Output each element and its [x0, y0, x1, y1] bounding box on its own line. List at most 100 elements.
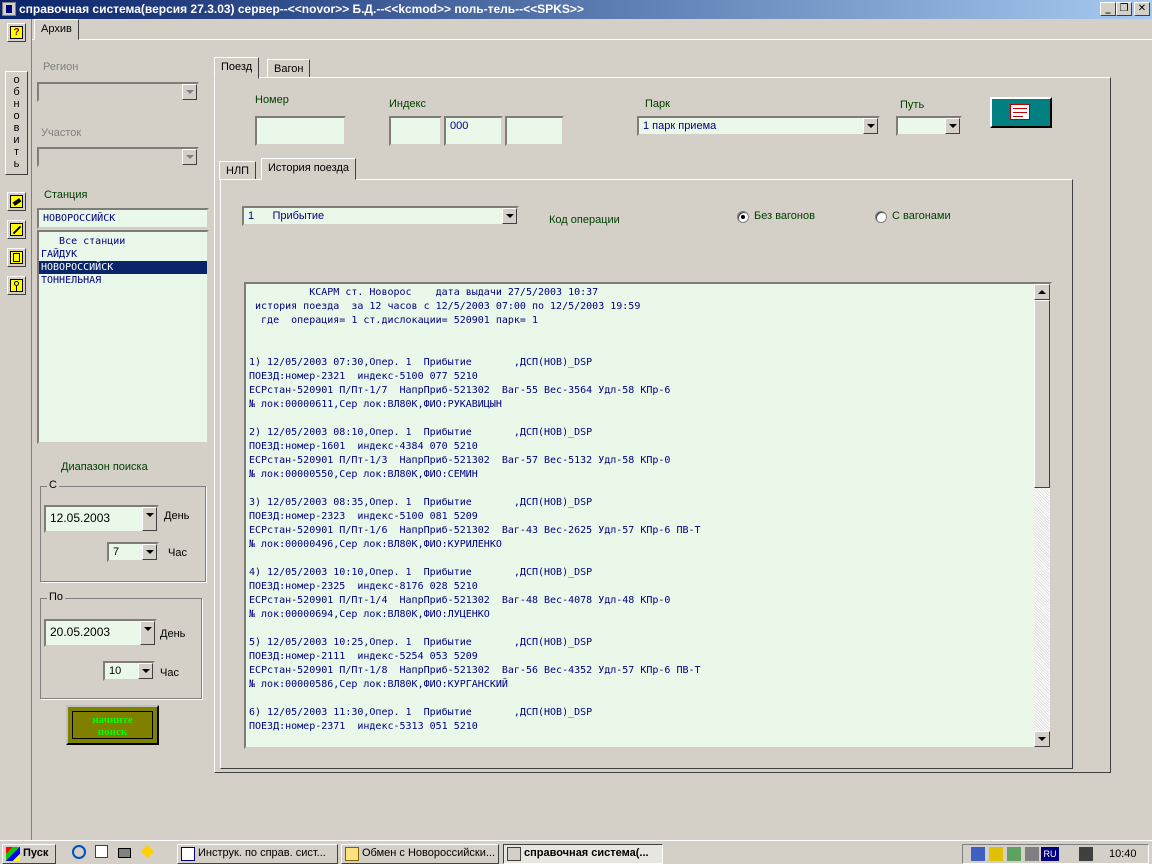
task-exchange-label: Обмен с Новороссийски...: [362, 847, 496, 859]
chevron-down-icon[interactable]: [140, 621, 155, 645]
monitor-icon[interactable]: [1007, 847, 1021, 861]
chevron-down-icon[interactable]: [142, 507, 157, 531]
radio-without-wagons-label: Без вагонов: [754, 210, 815, 222]
station-list-item[interactable]: Все станции: [39, 235, 207, 248]
operation-value: 1 Прибытие: [248, 210, 325, 222]
compose-icon[interactable]: [95, 845, 111, 861]
report-line: № лок:00000694,Сер лок:ВЛ80К,ФИО:ЛУЦЕНКО: [249, 609, 490, 620]
network-icon[interactable]: [971, 847, 985, 861]
station-list-item[interactable]: НОВОРОССИЙСК: [39, 261, 207, 274]
report-line: ЕСРстан-520901 П/Пт-1/7 НапрПриб-521302 …: [249, 385, 671, 396]
scroll-thumb[interactable]: [1034, 300, 1050, 488]
report-line: ПОЕЗД:номер-2371 индекс-5313 051 5210: [249, 721, 478, 732]
report-line: где операция= 1 ст.дислокации= 520901 па…: [249, 315, 538, 326]
chevron-down-icon[interactable]: [502, 208, 517, 224]
from-day-label: День: [164, 510, 190, 522]
tab-train-history[interactable]: История поезда: [261, 158, 357, 180]
chevron-down-icon[interactable]: [863, 118, 878, 134]
refresh-button[interactable]: о б н о в и т ь: [5, 71, 28, 175]
tab-nlp[interactable]: НЛП: [219, 161, 257, 180]
section-select[interactable]: [37, 147, 199, 167]
print-button[interactable]: [990, 97, 1052, 128]
region-select[interactable]: [37, 82, 199, 102]
chevron-down-icon[interactable]: [182, 84, 197, 100]
to-hour-label: Час: [160, 667, 179, 679]
ie-icon[interactable]: [72, 845, 88, 861]
scroll-down-button[interactable]: [1034, 731, 1050, 747]
report-line: № лок:00000550,Сер лок:ВЛ80К,ФИО:СЕМИН: [249, 469, 478, 480]
pencil-button[interactable]: [7, 220, 26, 239]
maximize-button[interactable]: ❐: [1116, 2, 1132, 16]
region-label: Регион: [43, 61, 79, 73]
radio-with-wagons[interactable]: [875, 211, 887, 223]
report-line: 3) 12/05/2003 08:35,Опер. 1 Прибытие ,ДС…: [249, 497, 593, 508]
eraser-button[interactable]: [7, 192, 26, 211]
tab-train[interactable]: Поезд: [214, 57, 260, 79]
power-icon[interactable]: [989, 847, 1003, 861]
chevron-down-icon[interactable]: [142, 544, 157, 560]
refresh-label: о б н о в и т ь: [13, 74, 20, 170]
report-line: [249, 412, 1034, 426]
from-hour-label: Час: [168, 547, 187, 559]
task-reference-system-label: справочная система(...: [524, 847, 649, 859]
help-icon: ?: [10, 26, 23, 39]
to-date-picker[interactable]: 20.05.2003: [44, 619, 157, 647]
report-line: ПОЕЗД:номер-2325 индекс-8176 028 5210: [249, 581, 478, 592]
index-part2-value: 000: [450, 120, 469, 132]
scroll-up-button[interactable]: [1034, 284, 1050, 300]
report-line: [249, 482, 1034, 496]
radio-without-wagons[interactable]: [737, 211, 749, 223]
archive-tab-line: [32, 39, 1152, 40]
help-button[interactable]: ?: [7, 23, 26, 42]
station-list-item[interactable]: ГАЙДУК: [39, 248, 207, 261]
report-line: ЕСРстан-520901 П/Пт-1/4 НапрПриб-521302 …: [249, 595, 671, 606]
chevron-down-icon[interactable]: [945, 118, 960, 134]
report-scrollbar[interactable]: [1034, 284, 1050, 747]
report-line: [249, 342, 1034, 356]
from-date-picker[interactable]: 12.05.2003: [44, 505, 159, 533]
number-label: Номер: [255, 94, 289, 106]
task-reference-system[interactable]: справочная система(...: [503, 844, 663, 864]
station-list-item[interactable]: ТОННЕЛЬНАЯ: [39, 274, 207, 287]
report-line: КСАРМ ст. Новорос дата выдачи 27/5/2003 …: [249, 287, 599, 298]
number-input[interactable]: [255, 116, 346, 146]
chevron-down-icon[interactable]: [138, 663, 153, 679]
cabinet-button[interactable]: [7, 248, 26, 267]
tab-wagon[interactable]: Вагон: [267, 59, 311, 78]
report-text: КСАРМ ст. Новорос дата выдачи 27/5/2003 …: [249, 286, 1034, 734]
start-search-button[interactable]: начните поиск: [66, 705, 159, 745]
task-exchange[interactable]: Обмен с Новороссийски...: [341, 844, 499, 864]
station-list[interactable]: Все станции ГАЙДУК НОВОРОССИЙСК ТОННЕЛЬНАЯ: [37, 230, 209, 444]
chevron-down-icon[interactable]: [182, 149, 197, 165]
launch-icon[interactable]: [141, 845, 157, 861]
start-button[interactable]: Пуск: [2, 844, 56, 864]
report-line: ЕСРстан-520901 П/Пт-1/3 НапрПриб-521302 …: [249, 455, 671, 466]
index-part3-input[interactable]: [505, 116, 564, 146]
tab-archive[interactable]: Архив: [34, 19, 79, 40]
track-select[interactable]: [896, 116, 962, 136]
index-part2-input[interactable]: 000: [444, 116, 503, 146]
from-hour-select[interactable]: 7: [107, 542, 159, 562]
minimize-button[interactable]: _: [1100, 2, 1116, 16]
park-select[interactable]: 1 парк приема: [637, 116, 880, 136]
task-instructions[interactable]: Инструк. по справ. сист...: [177, 844, 338, 864]
app-icon[interactable]: [2, 2, 16, 16]
index-part1-input[interactable]: [389, 116, 442, 146]
tray-app-icon[interactable]: [1079, 847, 1093, 861]
report-line: ПОЕЗД:номер-2111 индекс-5254 053 5209: [249, 651, 478, 662]
from-hour-value: 7: [113, 546, 120, 558]
to-hour-select[interactable]: 10: [103, 661, 155, 681]
operation-select[interactable]: 1 Прибытие: [242, 206, 519, 226]
app-icon: [507, 847, 521, 861]
volume-icon[interactable]: [1025, 847, 1039, 861]
report-textarea[interactable]: КСАРМ ст. Новорос дата выдачи 27/5/2003 …: [244, 282, 1052, 749]
title-bar: справочная система(версия 27.3.03) серве…: [0, 0, 1152, 19]
close-button[interactable]: ✕: [1134, 2, 1150, 16]
key-button[interactable]: [7, 276, 26, 295]
language-indicator[interactable]: RU: [1041, 847, 1059, 861]
section-label: Участок: [41, 127, 82, 139]
report-line: 6) 12/05/2003 11:30,Опер. 1 Прибытие ,ДС…: [249, 707, 593, 718]
report-line: ПОЕЗД:номер-2323 индекс-5100 081 5209: [249, 511, 478, 522]
desktop-icon[interactable]: [118, 845, 134, 861]
station-input[interactable]: НОВОРОССИЙСК: [37, 208, 209, 229]
